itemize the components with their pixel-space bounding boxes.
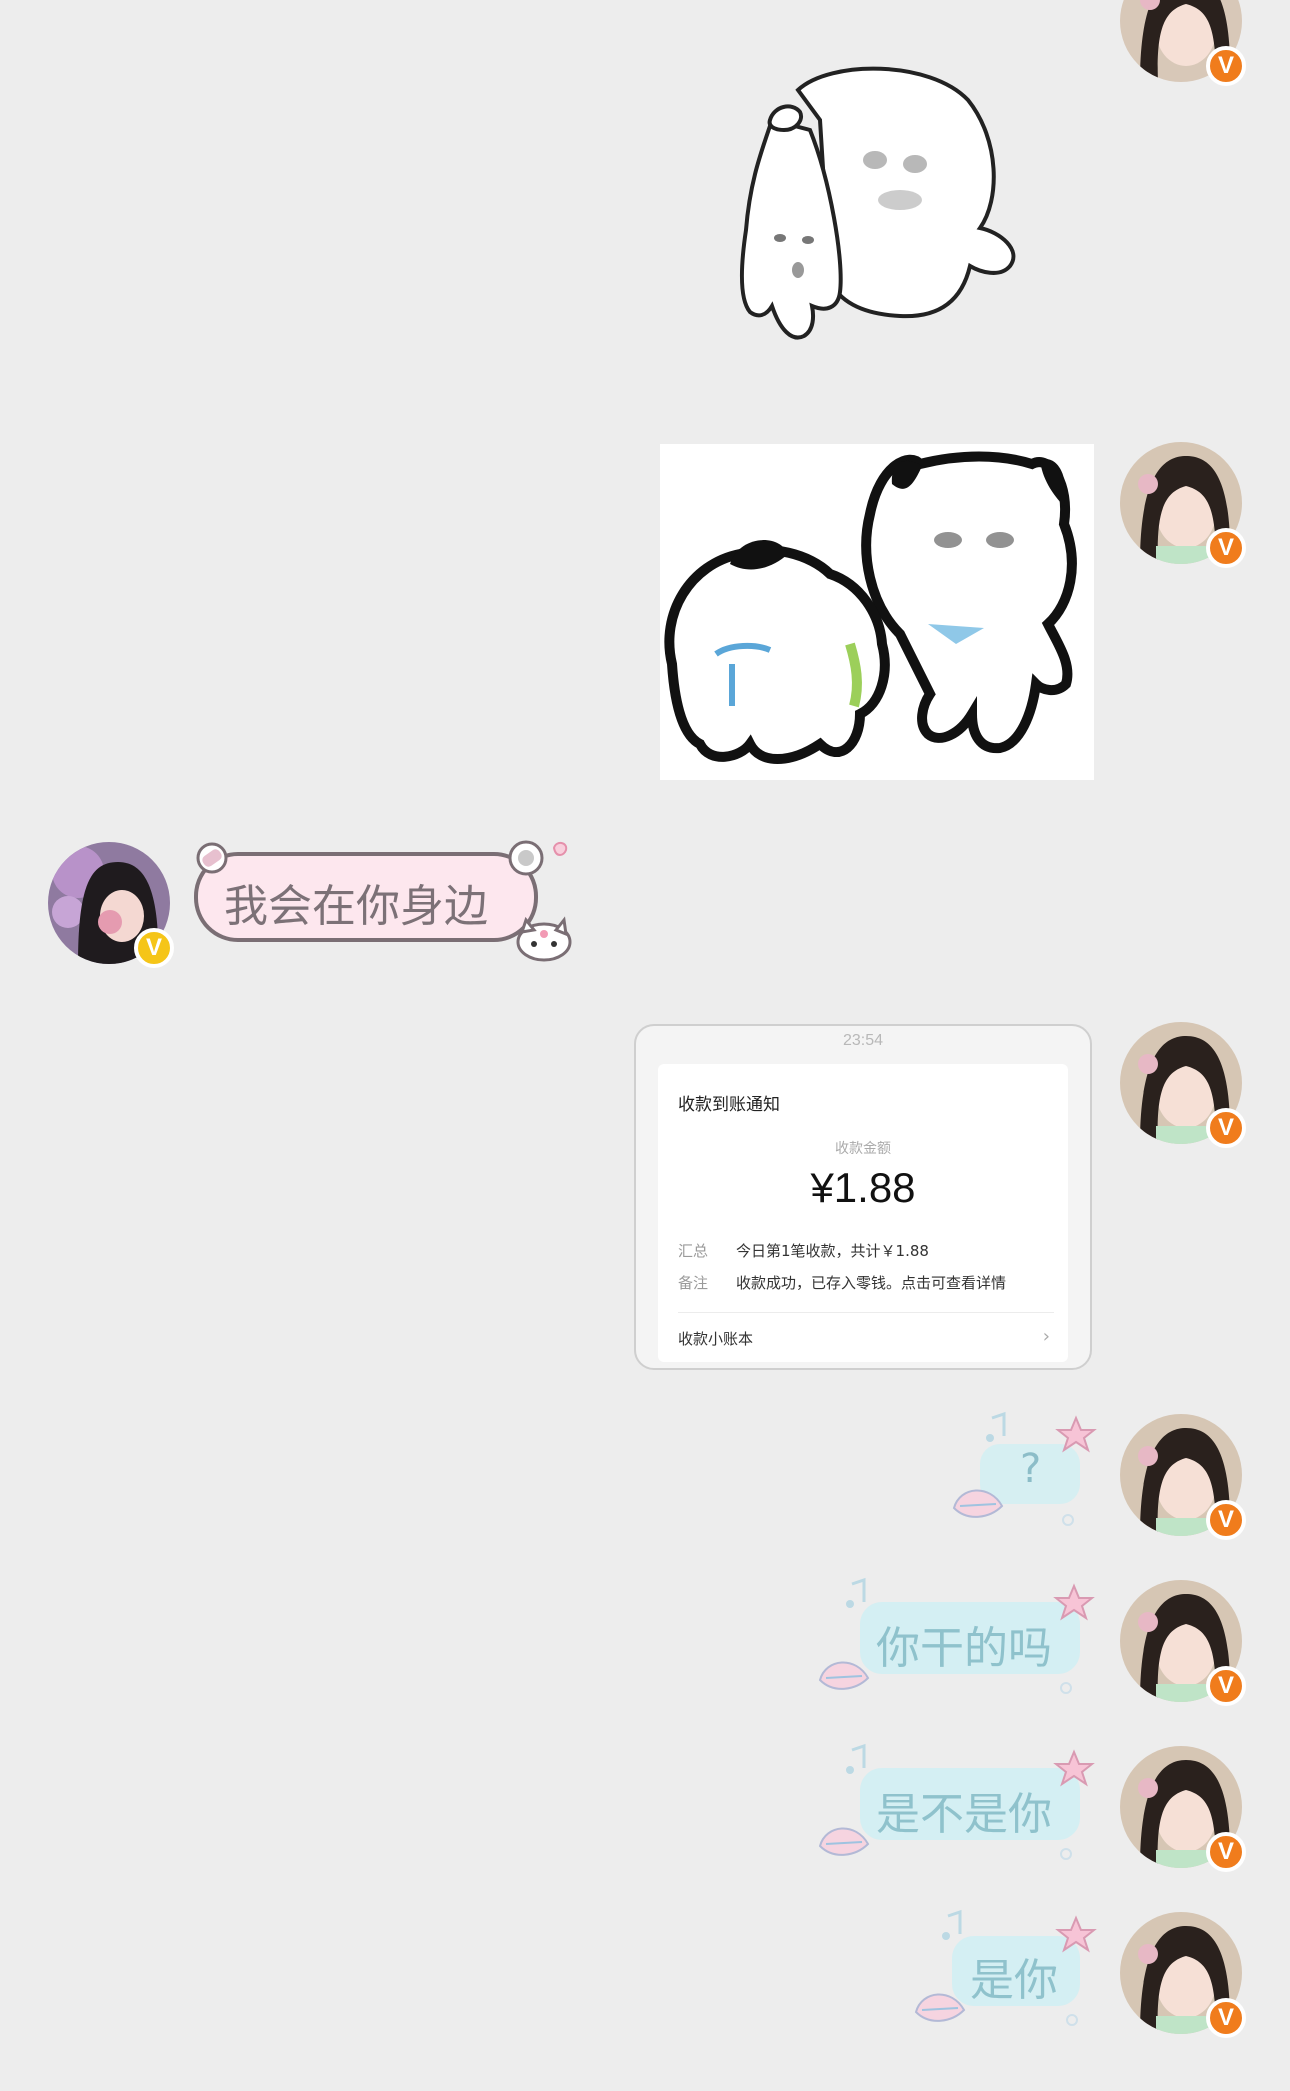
message-bubble-outgoing[interactable]: 是你 (912, 1908, 1100, 2036)
verified-badge-icon: V (1206, 528, 1246, 568)
seashell-icon (914, 1993, 966, 2022)
music-note-icon (846, 1577, 866, 1608)
message-text: 我会在你身边 (224, 881, 488, 932)
verified-badge-icon: V (1206, 1108, 1246, 1148)
message-text: 是你 (970, 1955, 1058, 2006)
note-key: 备注 (678, 1274, 709, 1292)
verified-badge-icon: V (1206, 1998, 1246, 2038)
summary-value: 今日第1笔收款，共计￥1.88 (736, 1242, 929, 1260)
sticker-blob-characters[interactable] (700, 60, 1030, 360)
sticker-cats[interactable] (660, 444, 1094, 780)
music-note-icon (846, 1743, 866, 1774)
sticker-image (664, 451, 1077, 764)
verified-badge-icon: V (1206, 1500, 1246, 1540)
self-avatar[interactable]: V (1120, 1746, 1246, 1872)
seashell-icon (818, 1661, 870, 1690)
message-text: ? (1020, 1446, 1042, 1492)
receipt-body: 收款到账通知 收款金额 ¥1.88 汇总 今日第1笔收款，共计￥1.88 备注 收款… (658, 1064, 1068, 1362)
music-note-icon (986, 1411, 1006, 1442)
payment-receipt-card[interactable]: 23:54 收款到账通知 收款金额 ¥1.88 汇总 今日第1笔收款，共计￥1.8… (634, 1024, 1092, 1370)
summary-key: 汇总 (678, 1242, 709, 1260)
bear-ear-icon (508, 840, 544, 876)
self-avatar[interactable]: V (1120, 1022, 1246, 1148)
self-avatar[interactable]: V (1120, 0, 1246, 86)
message-text: 是不是你 (876, 1789, 1052, 1840)
receipt-timestamp: 23:54 (842, 1032, 884, 1049)
message-bubble-outgoing[interactable]: 你干的吗 (816, 1576, 1100, 1704)
message-bubble-outgoing[interactable]: ? (950, 1410, 1100, 1538)
self-avatar[interactable]: V (1120, 1414, 1246, 1540)
receipt-title: 收款到账通知 (678, 1095, 780, 1115)
bandage-icon (196, 842, 228, 874)
self-avatar[interactable]: V (1120, 1580, 1246, 1706)
music-note-icon (942, 1909, 962, 1940)
message-text: 你干的吗 (876, 1623, 1052, 1674)
verified-badge-icon: V (1206, 1666, 1246, 1706)
note-value: 收款成功，已存入零钱。点击可查看详情 (736, 1274, 1007, 1292)
seashell-icon (818, 1827, 870, 1856)
receipt-divider (678, 1312, 1054, 1313)
self-avatar[interactable]: V (1120, 1912, 1246, 2038)
amount-label: 收款金额 (835, 1141, 891, 1157)
note-row: 备注 收款成功，已存入零钱。点击可查看详情 (678, 1272, 1006, 1293)
verified-badge-icon: V (134, 928, 174, 968)
contact-avatar[interactable]: V (48, 842, 174, 968)
verified-badge-icon: V (1206, 46, 1246, 86)
ledger-link[interactable]: 收款小账本 (678, 1328, 753, 1349)
summary-row: 汇总 今日第1笔收款，共计￥1.88 (678, 1240, 929, 1261)
message-bubble-outgoing[interactable]: 是不是你 (816, 1742, 1100, 1870)
self-avatar[interactable]: V (1120, 442, 1246, 568)
amount-value: ¥1.88 (810, 1164, 916, 1211)
verified-badge-icon: V (1206, 1832, 1246, 1872)
message-bubble-incoming[interactable]: 我会在你身边 (190, 840, 580, 966)
kitty-icon (516, 916, 572, 962)
sticker-image (739, 66, 1016, 340)
chevron-right-icon: › (1042, 1326, 1050, 1347)
